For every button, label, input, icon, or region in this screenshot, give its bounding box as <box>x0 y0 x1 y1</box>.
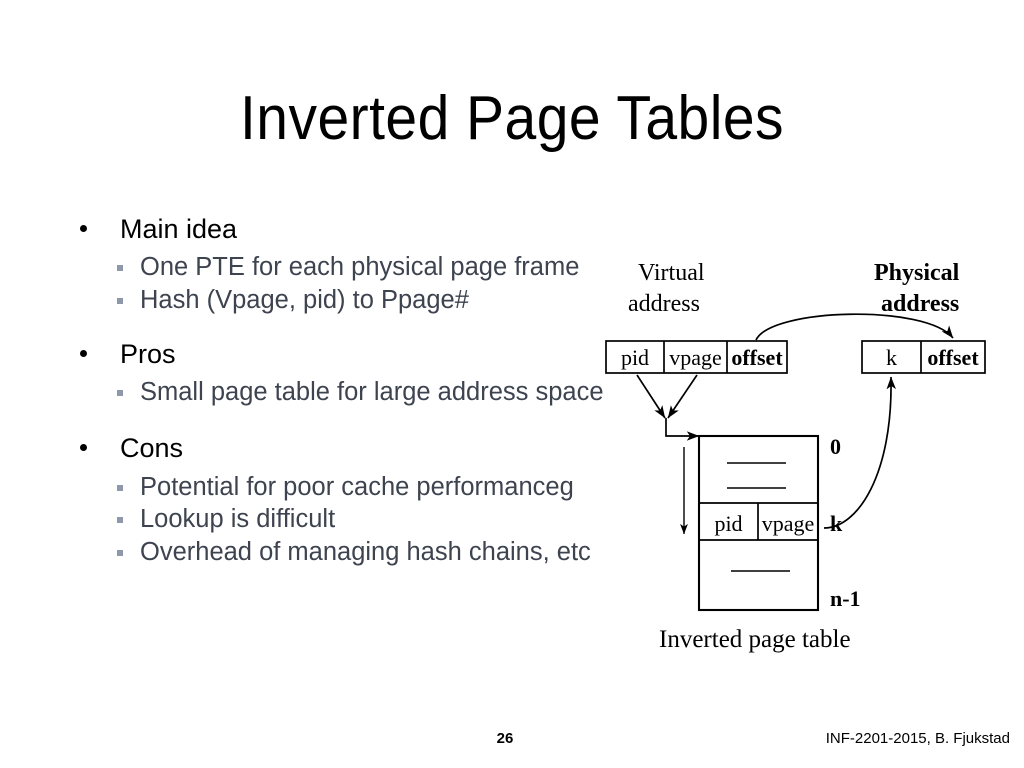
physical-address-label-line1: Physical <box>874 260 960 286</box>
sub-bullet-hash-chains: Overhead of managing hash chains, etc <box>66 537 611 569</box>
virtual-field-offset: offset <box>731 345 783 370</box>
sub-bullet-lookup-difficult-label: Lookup is difficult <box>140 505 336 533</box>
physical-address-label-line2: address <box>881 291 959 317</box>
footer-page-number: 26 <box>496 730 514 747</box>
sub-bullet-poor-cache-label: Potential for poor cache performanceg <box>140 472 574 501</box>
inverted-page-table-diagram: Virtual address Physical address pid vpa… <box>596 244 1008 664</box>
sub-bullet-square-icon <box>117 549 123 556</box>
sublist-pros: Small page table for large address space <box>66 377 611 409</box>
sub-bullet-hash-chains-label: Overhead of managing hash chains, etc <box>140 537 591 566</box>
physical-field-offset: offset <box>927 345 979 370</box>
sub-bullet-one-pte-label: One PTE for each physical page frame <box>140 253 580 281</box>
sublist-cons: Potential for poor cache performanceg Lo… <box>66 472 611 569</box>
table-row-field-pid: pid <box>714 511 742 536</box>
sub-bullet-small-page-table-label: Small page table for large address space <box>140 378 604 406</box>
bullet-main-idea: Main idea <box>66 212 611 246</box>
slide-body-bullets: Main idea One PTE for each physical page… <box>66 212 611 569</box>
sub-bullet-hash: Hash (Vpage, pid) to Ppage# <box>66 285 611 317</box>
bullet-dot-icon <box>80 443 87 451</box>
hash-to-table-arrow <box>665 418 700 441</box>
offset-copy-arrow <box>755 313 954 341</box>
sub-bullet-small-page-table: Small page table for large address space <box>66 377 611 409</box>
vpage-hash-arrow <box>667 374 698 419</box>
sub-bullet-one-pte: One PTE for each physical page frame <box>66 252 611 284</box>
sub-bullet-square-icon <box>117 390 123 396</box>
virtual-field-pid: pid <box>621 345 649 370</box>
table-index-top-label: 0 <box>830 434 841 459</box>
sub-bullet-square-icon <box>117 517 123 523</box>
table-row-field-vpage: vpage <box>762 511 815 536</box>
sub-bullet-square-icon <box>117 484 123 491</box>
bullet-pros-label: Pros <box>120 339 176 369</box>
diagram-caption: Inverted page table <box>659 626 851 653</box>
virtual-field-vpage: vpage <box>669 345 722 370</box>
physical-field-k: k <box>886 345 897 370</box>
sub-bullet-hash-label: Hash (Vpage, pid) to Ppage# <box>140 285 469 314</box>
bullet-dot-icon <box>80 225 87 232</box>
bullet-cons: Cons <box>66 431 611 465</box>
sub-bullet-lookup-difficult: Lookup is difficult <box>66 504 611 536</box>
table-index-bottom-label: n-1 <box>830 586 861 611</box>
pid-hash-arrow <box>636 374 666 419</box>
bullet-main-idea-label: Main idea <box>120 214 238 244</box>
page-title: Inverted Page Tables <box>239 84 785 153</box>
diagram-svg: Virtual address Physical address pid vpa… <box>605 260 986 653</box>
bullet-cons-label: Cons <box>120 432 184 463</box>
sub-bullet-square-icon <box>117 297 123 304</box>
sub-bullet-poor-cache: Potential for poor cache performanceg <box>66 472 611 504</box>
footer-credit: INF-2201-2015, B. Fjukstad <box>825 730 1010 747</box>
table-index-match-label: k <box>830 511 843 536</box>
bullet-dot-icon <box>80 350 87 357</box>
virtual-address-label-line1: Virtual <box>638 260 705 286</box>
sublist-main-idea: One PTE for each physical page frame Has… <box>66 252 611 316</box>
bullet-pros: Pros <box>66 337 611 371</box>
sub-bullet-square-icon <box>117 265 123 271</box>
virtual-address-label-line2: address <box>628 291 700 317</box>
